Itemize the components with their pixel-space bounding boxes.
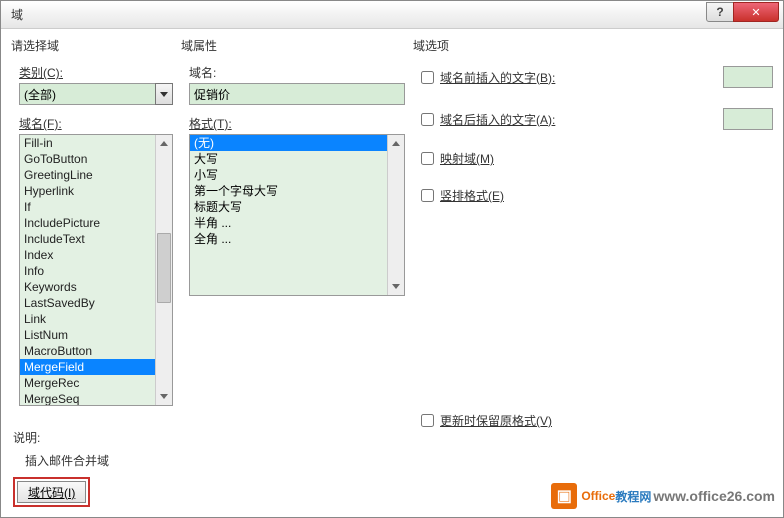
window-title: 域 [1,6,23,23]
close-button[interactable] [733,2,779,22]
list-item[interactable]: MergeSeq [20,391,172,406]
map-field-label: 映射域(M) [440,150,494,167]
description-text: 插入邮件合并域 [25,452,109,469]
list-item[interactable]: Fill-in [20,135,172,151]
list-item[interactable]: LastSavedBy [20,295,172,311]
after-text-row: 域名后插入的文字(A): [421,108,773,130]
preserve-format-checkbox[interactable] [421,414,434,427]
before-text-row: 域名前插入的文字(B): [421,66,773,88]
list-item[interactable]: MergeField [20,359,172,375]
vertical-format-label: 竖排格式(E) [440,187,504,204]
map-field-checkbox[interactable] [421,152,434,165]
list-item[interactable]: 标题大写 [190,199,404,215]
map-field-row: 映射域(M) [421,150,773,167]
list-item[interactable]: GreetingLine [20,167,172,183]
list-item[interactable]: Index [20,247,172,263]
preserve-format-row: 更新时保留原格式(V) [421,412,773,429]
watermark-url: www.office26.com [653,488,775,504]
after-text-checkbox[interactable] [421,113,434,126]
list-item[interactable]: MacroButton [20,343,172,359]
scroll-down-icon[interactable] [156,388,172,405]
window-buttons [707,2,779,22]
format-listbox[interactable]: (无)大写小写第一个字母大写标题大写半角 ...全角 ... [189,134,405,296]
category-select[interactable]: (全部) [19,83,173,105]
right-panel: 域选项 域名前插入的文字(B): 域名后插入的文字(A): 映射域(M) 竖排格… [413,37,773,509]
vertical-format-checkbox[interactable] [421,189,434,202]
after-text-input[interactable] [723,108,773,130]
before-text-input[interactable] [723,66,773,88]
titlebar[interactable]: 域 [1,1,783,29]
scrollbar[interactable] [387,135,404,295]
list-item[interactable]: 大写 [190,151,404,167]
field-code-button[interactable]: 域代码(I) [17,481,86,503]
list-item[interactable]: Info [20,263,172,279]
fieldnames-label: 域名(F): [19,115,181,132]
format-label: 格式(T): [189,115,413,132]
vertical-format-row: 竖排格式(E) [421,187,773,204]
watermark-text2: 教程网 [615,488,651,505]
fieldname-label: 域名: [189,64,413,81]
list-item[interactable]: If [20,199,172,215]
description-label: 说明: [13,429,109,446]
content: 请选择域 类别(C): (全部) 域名(F): Fill-inGoToButto… [1,29,783,517]
list-item[interactable]: 全角 ... [190,231,404,247]
watermark-text1: Office [581,489,615,503]
field-code-highlight: 域代码(I) [13,477,90,507]
scroll-thumb[interactable] [157,233,171,303]
field-dialog: 域 请选择域 类别(C): (全部) 域名(F): Fill-inGoToBut… [0,0,784,518]
middle-section-title: 域属性 [181,37,413,54]
list-item[interactable]: 小写 [190,167,404,183]
dropdown-arrow-icon[interactable] [155,83,173,105]
before-text-checkbox[interactable] [421,71,434,84]
list-item[interactable]: ListNum [20,327,172,343]
fieldnames-listbox[interactable]: Fill-inGoToButtonGreetingLineHyperlinkIf… [19,134,173,406]
left-section-title: 请选择域 [11,37,181,54]
list-item[interactable]: 半角 ... [190,215,404,231]
office-logo-icon: ▣ [551,483,577,509]
list-item[interactable]: GoToButton [20,151,172,167]
list-item[interactable]: Hyperlink [20,183,172,199]
list-item[interactable]: Keywords [20,279,172,295]
scroll-up-icon[interactable] [388,135,404,152]
scroll-up-icon[interactable] [156,135,172,152]
right-section-title: 域选项 [413,37,773,54]
scroll-down-icon[interactable] [388,278,404,295]
fieldname-input[interactable]: 促销价 [189,83,405,105]
watermark: ▣ Office 教程网 www.office26.com [551,483,775,509]
list-item[interactable]: IncludeText [20,231,172,247]
scrollbar[interactable] [155,135,172,405]
before-text-label: 域名前插入的文字(B): [440,69,555,86]
description-block: 说明: 插入邮件合并域 [13,429,109,469]
middle-panel: 域属性 域名: 促销价 格式(T): (无)大写小写第一个字母大写标题大写半角 … [181,37,413,509]
preserve-format-label: 更新时保留原格式(V) [440,412,552,429]
list-item[interactable]: Link [20,311,172,327]
list-item[interactable]: MergeRec [20,375,172,391]
after-text-label: 域名后插入的文字(A): [440,111,555,128]
help-button[interactable] [706,2,734,22]
list-item[interactable]: IncludePicture [20,215,172,231]
category-value: (全部) [24,86,56,103]
list-item[interactable]: 第一个字母大写 [190,183,404,199]
category-label: 类别(C): [19,64,181,81]
list-item[interactable]: (无) [190,135,404,151]
